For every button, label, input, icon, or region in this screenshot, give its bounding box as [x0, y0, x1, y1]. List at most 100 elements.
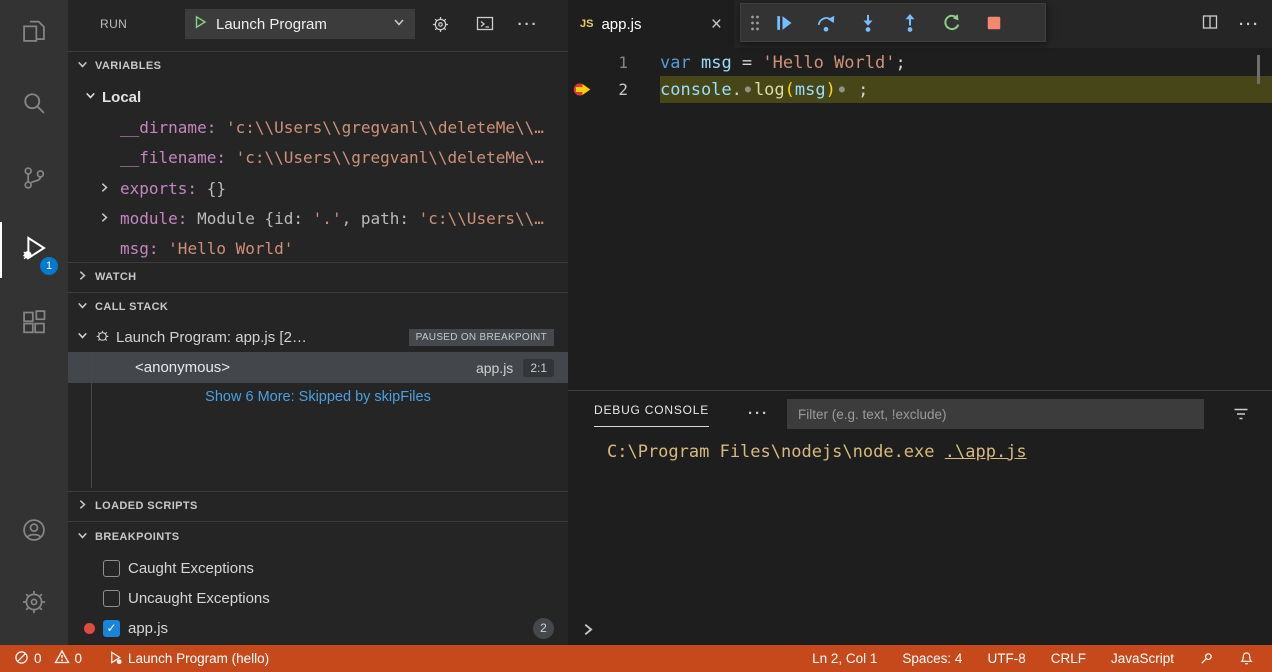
sidebar-item-run-and-debug[interactable]: 1 — [0, 222, 68, 278]
breakpoint-row-uncaught[interactable]: Uncaught Exceptions — [68, 583, 568, 613]
more-icon[interactable]: ··· — [1239, 16, 1260, 33]
variable-text: msg: 'Hello World' — [120, 239, 293, 258]
more-icon: ··· — [748, 405, 769, 422]
continue-button[interactable] — [763, 6, 805, 40]
debug-console-icon[interactable] — [471, 10, 499, 38]
breakpoint-row-caught[interactable]: Caught Exceptions — [68, 553, 568, 583]
eol-sequence[interactable]: CRLF — [1045, 645, 1092, 672]
search-icon — [20, 89, 48, 122]
variable-text: exports: {} — [120, 179, 226, 198]
breakpoint-dot — [84, 563, 95, 574]
problems-warnings[interactable]: 0 — [48, 645, 89, 672]
show-more-frames-link[interactable]: Show 6 More: Skipped by skipFiles — [68, 385, 568, 409]
line-number: 2 — [592, 76, 628, 103]
status-bar: 0 0 Launch Program (hello) Ln 2, Col 1 S… — [0, 645, 1272, 672]
launch-config-dropdown[interactable]: Launch Program — [185, 9, 415, 39]
call-stack-session-row[interactable]: Launch Program: app.js [2… PAUSED ON BRE… — [68, 322, 568, 352]
code-line-1[interactable]: 1 var msg = 'Hello World'; — [568, 49, 1272, 76]
breakpoint-checkbox[interactable] — [103, 620, 120, 637]
variable-row-dirname[interactable]: __dirname: 'c:\\Users\\gregvanl\\deleteM… — [68, 112, 568, 142]
close-icon[interactable]: × — [711, 15, 722, 34]
variable-text: __dirname: 'c:\\Users\\gregvanl\\deleteM… — [120, 118, 544, 137]
pin-icon[interactable] — [1193, 645, 1220, 672]
variable-row-filename[interactable]: __filename: 'c:\\Users\\gregvanl\\delete… — [68, 142, 568, 172]
javascript-file-icon: JS — [580, 18, 593, 30]
code-line-2[interactable]: 2 console.●log(msg)● ; — [568, 76, 1272, 103]
tab-appjs[interactable]: JS app.js × — [568, 0, 734, 48]
step-into-button[interactable] — [847, 6, 889, 40]
chevron-right-icon — [76, 498, 89, 514]
debug-toolbar — [740, 3, 1046, 42]
start-debug-icon — [194, 15, 207, 34]
breakpoint-dot — [84, 593, 95, 604]
section-title: WATCH — [95, 271, 137, 283]
console-prompt-chevron-icon[interactable] — [581, 622, 596, 642]
status-bar-right: Ln 2, Col 1 Spaces: 4 UTF-8 CRLF JavaScr… — [806, 645, 1260, 672]
chevron-down-icon — [84, 89, 97, 106]
breakpoint-label: Caught Exceptions — [128, 560, 254, 577]
chevron-right-icon[interactable] — [98, 179, 111, 198]
breakpoint-label: Uncaught Exceptions — [128, 590, 270, 607]
code-text[interactable]: var msg = 'Hello World'; — [660, 49, 1272, 76]
chevron-right-icon[interactable] — [98, 209, 111, 228]
scope-local-row[interactable]: Local — [68, 82, 568, 112]
notifications-bell-icon[interactable] — [1233, 645, 1260, 672]
loaded-scripts-section-header[interactable]: LOADED SCRIPTS — [68, 491, 568, 520]
section-title: CALL STACK — [95, 301, 168, 313]
variable-row-module[interactable]: module: Module {id: '.', path: 'c:\\User… — [68, 203, 568, 233]
variables-section-header[interactable]: VARIABLES — [68, 51, 568, 80]
console-output-line[interactable]: C:\Program Files\nodejs\node.exe .\app.j… — [607, 442, 1027, 462]
problems-errors[interactable]: 0 — [8, 645, 48, 672]
watch-section-header[interactable]: WATCH — [68, 262, 568, 291]
indentation[interactable]: Spaces: 4 — [896, 645, 968, 672]
variable-row-exports[interactable]: exports: {} — [68, 173, 568, 203]
active-debug-session[interactable]: Launch Program (hello) — [102, 645, 275, 672]
code-text[interactable]: console.●log(msg)● ; — [660, 76, 1272, 103]
encoding[interactable]: UTF-8 — [981, 645, 1031, 672]
breakpoint-row-appjs[interactable]: app.js 2 — [68, 613, 568, 643]
sidebar-item-search[interactable] — [0, 77, 68, 133]
sidebar-more-actions-button[interactable]: ··· — [514, 10, 542, 38]
debug-console-panel: DEBUG CONSOLE ··· C:\Program Files\nodej… — [568, 390, 1272, 645]
code-editor[interactable]: 1 var msg = 'Hello World'; 2 console.●lo… — [568, 48, 1272, 390]
language-mode[interactable]: JavaScript — [1105, 645, 1180, 672]
console-filter-input[interactable] — [787, 399, 1204, 429]
step-out-button[interactable] — [889, 6, 931, 40]
panel-more-actions-button[interactable]: ··· — [748, 405, 769, 423]
filter-icon[interactable] — [1232, 405, 1250, 428]
cursor-position[interactable]: Ln 2, Col 1 — [806, 645, 883, 672]
run-and-debug-sidebar: RUN Launch Program ··· VARIABLES Local _… — [68, 0, 568, 645]
debug-badge: 1 — [40, 257, 58, 275]
chevron-down-icon — [76, 529, 89, 545]
sidebar-item-extensions[interactable] — [0, 297, 68, 353]
breakpoint-checkbox[interactable] — [103, 560, 120, 577]
split-editor-icon[interactable] — [1201, 13, 1219, 36]
warning-icon — [54, 649, 70, 668]
accounts-button[interactable] — [0, 504, 68, 560]
chevron-right-icon — [76, 269, 89, 285]
sidebar-item-source-control[interactable] — [0, 152, 68, 208]
call-stack-frame-row[interactable]: <anonymous> app.js 2:1 — [68, 352, 568, 383]
settings-button[interactable] — [0, 576, 68, 632]
warning-count: 0 — [75, 651, 83, 666]
sidebar-item-explorer[interactable] — [0, 5, 68, 61]
activity-bar: 1 — [0, 0, 68, 645]
launch-config-label: Launch Program — [216, 16, 383, 33]
call-stack-section-header[interactable]: CALL STACK — [68, 292, 568, 321]
breakpoints-section-header[interactable]: BREAKPOINTS — [68, 521, 568, 552]
frame-label: <anonymous> — [135, 359, 230, 376]
variable-text: __filename: 'c:\\Users\\gregvanl\\delete… — [120, 148, 544, 167]
restart-button[interactable] — [931, 6, 973, 40]
breakpoint-label: app.js — [128, 620, 168, 637]
breakpoint-checkbox[interactable] — [103, 590, 120, 607]
error-count: 0 — [34, 651, 42, 666]
tab-debug-console[interactable]: DEBUG CONSOLE — [594, 403, 709, 427]
variable-row-msg[interactable]: msg: 'Hello World' — [68, 233, 568, 263]
configure-gear-button[interactable] — [426, 10, 454, 38]
scrollbar-slider[interactable] — [1257, 55, 1260, 84]
section-title: VARIABLES — [95, 60, 161, 72]
step-over-button[interactable] — [805, 6, 847, 40]
chevron-down-icon — [76, 299, 89, 315]
drag-handle[interactable] — [747, 12, 763, 34]
stop-button[interactable] — [973, 6, 1015, 40]
